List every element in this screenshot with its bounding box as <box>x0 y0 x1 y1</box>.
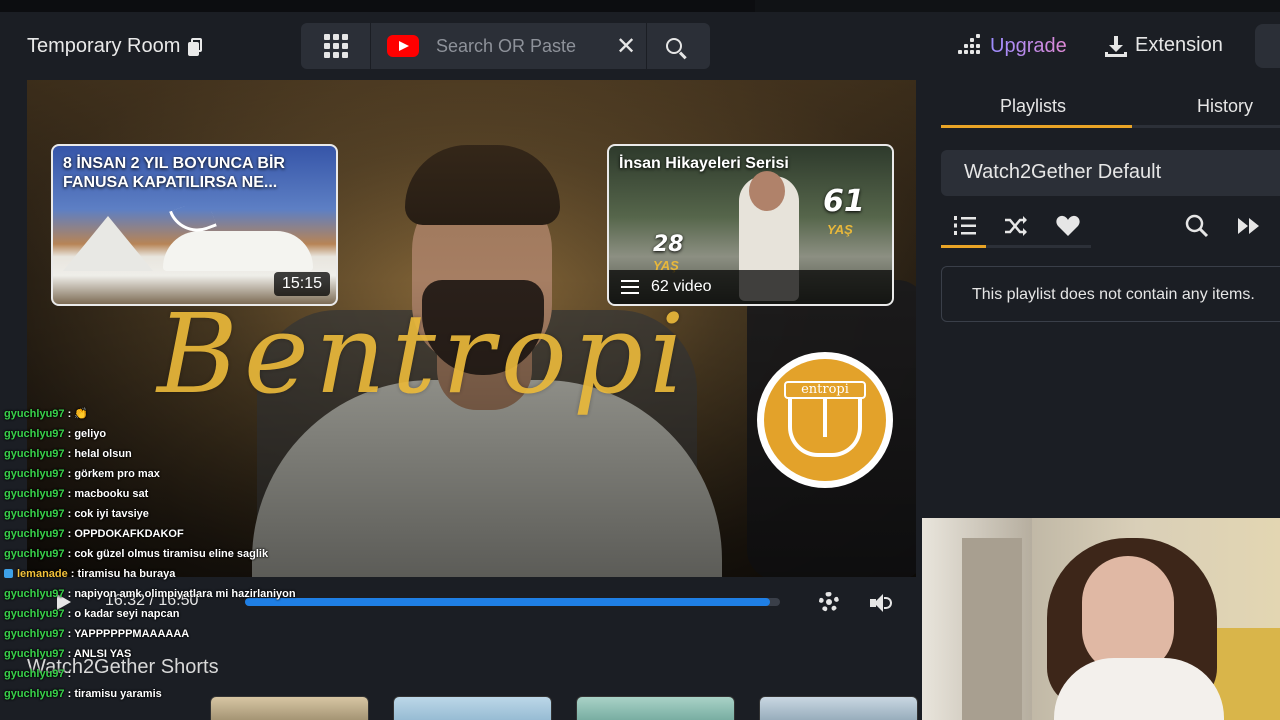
room-title[interactable]: Temporary Room <box>27 35 203 58</box>
download-icon <box>1105 35 1127 57</box>
extension-label: Extension <box>1135 34 1223 56</box>
chat-message: gyuchlyu97 : cok güzel olmus tiramisu el… <box>4 548 269 560</box>
list-icon[interactable] <box>952 213 978 239</box>
chat-text: cok iyi tavsiye <box>74 508 149 520</box>
chat-message: gyuchlyu97 : macbooku sat <box>4 488 149 500</box>
chat-message: gyuchlyu97 : <box>4 668 72 680</box>
search-bar: ✕ <box>301 23 710 69</box>
chat-overlay: gyuchlyu97 : 👏 gyuchlyu97 : geliyo gyuchly… <box>4 404 334 704</box>
copy-icon[interactable] <box>188 37 203 56</box>
playlist-toolbar <box>941 205 1280 249</box>
chat-text: macbooku sat <box>74 488 149 500</box>
panel-tabs: Playlists History <box>941 84 1280 128</box>
tab-history[interactable]: History <box>1197 96 1253 117</box>
webcam-feed <box>922 518 1280 720</box>
chat-username: gyuchlyu97 <box>4 408 65 420</box>
chat-text: cok güzel olmus tiramisu eline saglik <box>74 548 269 560</box>
video-duration: 15:15 <box>273 272 330 296</box>
chat-username: gyuchlyu97 <box>4 608 65 620</box>
chat-username: gyuchlyu97 <box>4 448 65 460</box>
playlist-empty-message: This playlist does not contain any items… <box>941 266 1280 322</box>
chat-username: gyuchlyu97 <box>4 628 65 640</box>
chat-text: OPPDOKAFKDAKOF <box>74 528 184 540</box>
room-title-text: Temporary Room <box>27 35 181 57</box>
tab-playlists[interactable]: Playlists <box>1000 96 1066 117</box>
short-thumbnail[interactable] <box>393 696 552 720</box>
end-screen-video-card[interactable]: 8 İNSAN 2 YIL BOYUNCA BİR FANUSA KAPATIL… <box>51 144 338 306</box>
search-icon <box>665 38 682 54</box>
chat-message: gyuchlyu97 : napiyon amk olimpiyatlara m… <box>4 588 296 600</box>
chat-message: gyuchlyu97 : cok iyi tavsiye <box>4 508 149 520</box>
chat-text: görkem pro max <box>74 468 160 480</box>
chat-message: gyuchlyu97 : 👏 <box>4 408 89 420</box>
chat-text: o kadar seyi napcan <box>74 608 180 620</box>
chat-username: lemanade <box>17 568 68 580</box>
user-badge-icon <box>4 569 13 578</box>
chat-username: gyuchlyu97 <box>4 508 65 520</box>
youtube-icon[interactable] <box>387 35 419 57</box>
short-thumbnail[interactable] <box>576 696 735 720</box>
chat-username: gyuchlyu97 <box>4 488 65 500</box>
search-icon[interactable] <box>1184 213 1210 239</box>
playlist-count: 62 video <box>651 278 712 295</box>
channel-logo: entropi <box>757 352 893 488</box>
heart-icon[interactable] <box>1055 213 1081 239</box>
chat-text: helal olsun <box>74 448 132 460</box>
chat-message: gyuchlyu97 : tiramisu yaramis <box>4 688 162 700</box>
chat-message: gyuchlyu97 : geliyo <box>4 428 107 440</box>
chat-message: gyuchlyu97 : görkem pro max <box>4 468 160 480</box>
volume-icon[interactable] <box>870 593 894 613</box>
chat-username: gyuchlyu97 <box>4 428 65 440</box>
playlist-select[interactable]: Watch2Gether Default <box>941 150 1280 196</box>
chat-username: gyuchlyu97 <box>4 548 65 560</box>
channel-watermark: Bentropi <box>157 290 691 418</box>
chat-message: gyuchlyu97 : helal olsun <box>4 448 132 460</box>
age-label-b: 28 <box>653 232 684 257</box>
card-title: İnsan Hikayeleri Serisi <box>619 155 789 172</box>
age-unit-a: YAŞ <box>827 222 853 237</box>
grid-icon <box>323 34 348 58</box>
chat-message: gyuchlyu97 : o kadar seyi napcan <box>4 608 180 620</box>
chat-username: gyuchlyu97 <box>4 588 65 600</box>
chat-message: gyuchlyu97 : YAPPPPPPMAAAAAA <box>4 628 190 640</box>
sparkle-icon <box>958 34 982 58</box>
chat-text: YAPPPPPPMAAAAAA <box>74 628 190 640</box>
search-input[interactable] <box>436 35 606 57</box>
end-screen-playlist-card[interactable]: 61 YAŞ 28 YAŞ İnsan Hikayeleri Serisi 62… <box>607 144 894 306</box>
chat-text: geliyo <box>74 428 107 440</box>
chat-message: lemanade : tiramisu ha buraya <box>4 564 334 584</box>
age-label-a: 61 <box>823 184 865 219</box>
chat-text: ANLSI YAS <box>73 648 132 660</box>
extension-button[interactable]: Extension <box>1105 34 1223 57</box>
clear-icon[interactable]: ✕ <box>606 23 646 69</box>
menu-button[interactable] <box>1255 24 1280 68</box>
playlist-icon <box>621 280 639 294</box>
settings-icon[interactable] <box>819 592 839 612</box>
chat-message: gyuchlyu97 : OPPDOKAFKDAKOF <box>4 528 184 540</box>
chat-username: gyuchlyu97 <box>4 688 65 700</box>
chat-username: gyuchlyu97 <box>4 648 65 660</box>
chat-message: gyuchlyu97 : ANLSI YAS <box>4 648 132 660</box>
fast-forward-icon[interactable] <box>1236 213 1262 239</box>
chat-text: 👏 <box>74 408 89 420</box>
chat-text: tiramisu ha buraya <box>77 568 176 580</box>
shuffle-icon[interactable] <box>1003 213 1029 239</box>
apps-grid-button[interactable] <box>301 23 371 69</box>
chat-text: tiramisu yaramis <box>74 688 162 700</box>
chat-text: napiyon amk olimpiyatlara mi hazirlaniyo… <box>74 588 296 600</box>
search-button[interactable] <box>646 23 700 69</box>
top-strip <box>0 0 1280 12</box>
card-title: 8 İNSAN 2 YIL BOYUNCA BİR FANUSA KAPATIL… <box>63 155 285 191</box>
upgrade-button[interactable]: Upgrade <box>958 34 1067 58</box>
active-tab-indicator <box>941 125 1132 128</box>
short-thumbnail[interactable] <box>759 696 918 720</box>
upgrade-label: Upgrade <box>990 34 1067 57</box>
chat-username: gyuchlyu97 <box>4 668 65 680</box>
chat-username: gyuchlyu97 <box>4 468 65 480</box>
chat-username: gyuchlyu97 <box>4 528 65 540</box>
